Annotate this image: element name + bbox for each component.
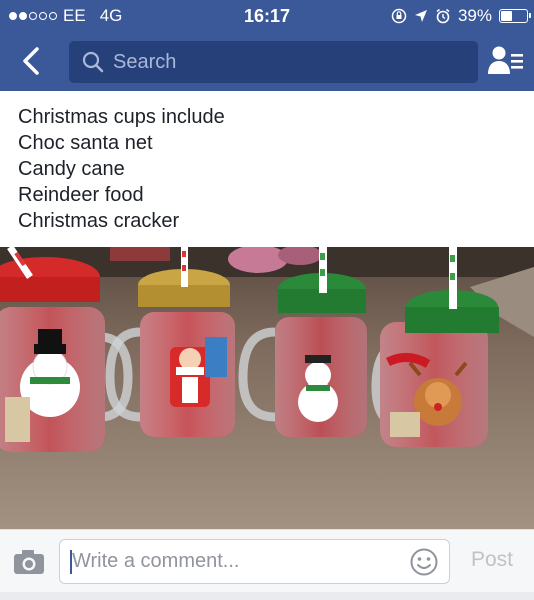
christmas-jars-illustration: [0, 247, 534, 529]
search-box[interactable]: [69, 41, 478, 83]
orientation-lock-icon: [391, 8, 407, 24]
post-line: Reindeer food: [18, 184, 144, 206]
friend-requests-icon: [488, 46, 523, 74]
status-bar: EE 4G 16:17 39%: [0, 0, 534, 32]
comment-placeholder: Write a comment...: [72, 550, 240, 572]
post-line: Candy cane: [18, 158, 125, 180]
location-icon: [414, 10, 427, 22]
battery-percent: 39%: [457, 6, 492, 25]
back-chevron-icon: [23, 47, 39, 75]
sticker-button[interactable]: [409, 547, 439, 577]
back-button[interactable]: [14, 44, 48, 78]
camera-button[interactable]: [12, 548, 46, 576]
battery-icon: [499, 9, 531, 23]
post-line: Christmas cups include: [18, 106, 225, 128]
post-text: Christmas cups include Choc santa net Ca…: [18, 104, 518, 234]
nav-bar: [0, 32, 534, 91]
comment-bar: Write a comment... Post: [0, 529, 534, 600]
post-line: Choc santa net: [18, 132, 153, 154]
header: EE 4G 16:17 39%: [0, 0, 534, 91]
post-line: Christmas cracker: [18, 210, 180, 232]
smiley-icon: [410, 548, 438, 576]
status-icons: 39%: [391, 6, 531, 26]
camera-icon: [14, 550, 44, 574]
bottom-strip: [0, 592, 534, 600]
comment-field[interactable]: Write a comment...: [59, 539, 450, 584]
post-photo[interactable]: [0, 247, 534, 529]
search-icon: [82, 51, 104, 73]
alarm-icon: [436, 8, 450, 24]
post-button[interactable]: Post: [471, 548, 513, 572]
friend-requests-button[interactable]: [488, 44, 524, 78]
search-input[interactable]: [113, 50, 453, 74]
